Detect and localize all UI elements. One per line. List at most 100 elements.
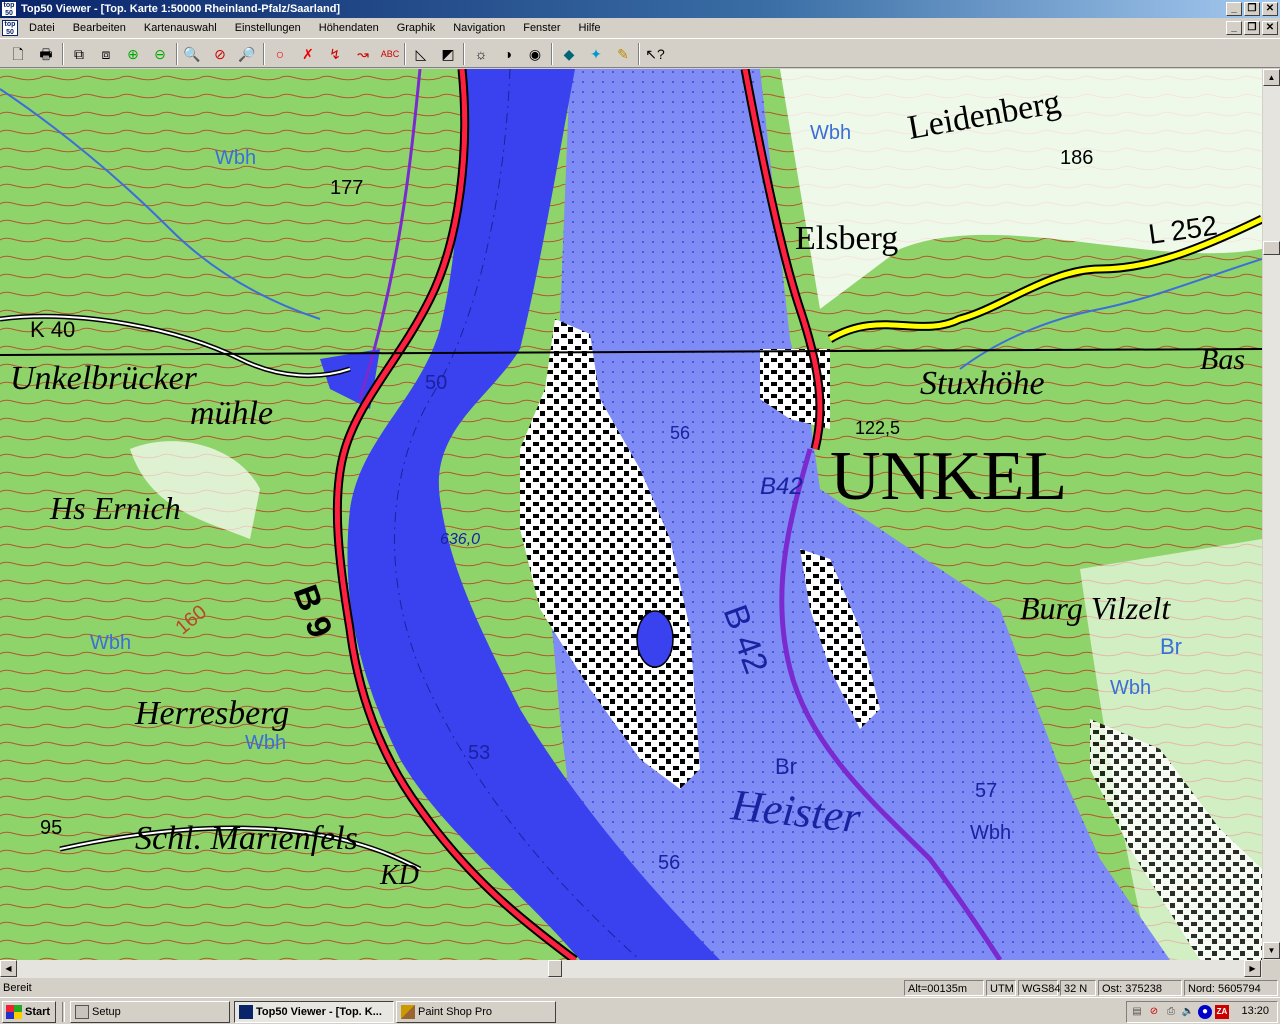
label-wbh: Wbh <box>215 147 256 169</box>
task-setup[interactable]: Setup <box>70 1001 230 1023</box>
status-ost: Ost: 375238 <box>1098 980 1182 996</box>
copy-map-icon[interactable]: ⧉ <box>68 43 90 65</box>
scroll-right-button[interactable]: ▶ <box>1244 960 1261 977</box>
new-document-icon[interactable]: 🗋 <box>7 43 29 65</box>
title-bar: top 50 Top50 Viewer - [Top. Karte 1:5000… <box>0 0 1280 18</box>
measure-icon[interactable]: ↯ <box>324 43 346 65</box>
start-button[interactable]: Start <box>2 1001 56 1023</box>
paste-map-icon[interactable]: ⧈ <box>95 43 117 65</box>
toolbar-separator <box>404 43 406 65</box>
restore-button[interactable]: ❐ <box>1244 2 1260 16</box>
toolbar-separator <box>263 43 265 65</box>
route-icon[interactable]: ↝ <box>352 43 374 65</box>
toolbar-separator <box>176 43 178 65</box>
doc-minimize-button[interactable]: _ <box>1226 21 1242 35</box>
fill-icon[interactable]: ◉ <box>524 43 546 65</box>
top50-icon <box>239 1005 253 1019</box>
printer-icon[interactable]: ⎙ <box>1164 1005 1178 1019</box>
area-icon[interactable]: ◩ <box>437 43 459 65</box>
horizontal-scrollbar[interactable]: ◀ ▶ <box>0 960 1262 978</box>
label-br: Br <box>775 754 797 779</box>
label-height-56: 56 <box>670 423 690 443</box>
label-height-177: 177 <box>330 177 363 199</box>
label-burg-vilzelt: Burg Vilzelt <box>1020 590 1171 626</box>
vertical-scroll-thumb[interactable] <box>1263 241 1280 255</box>
scroll-up-button[interactable]: ▲ <box>1263 69 1280 86</box>
scroll-down-button[interactable]: ▼ <box>1263 942 1280 959</box>
label-bas: Bas <box>1200 343 1245 376</box>
zonealarm-icon[interactable]: ZA <box>1215 1005 1229 1019</box>
doc-restore-button[interactable]: ❐ <box>1244 21 1260 35</box>
zoom-fit-icon[interactable]: ⊕ <box>122 43 144 65</box>
security-icon[interactable]: ⊘ <box>1147 1005 1161 1019</box>
windows-logo-icon <box>6 1005 22 1019</box>
label-wbh: Wbh <box>1110 677 1151 699</box>
label-height-53: 53 <box>468 742 490 764</box>
label-stuxhoehe: Stuxhöhe <box>920 365 1045 402</box>
app-icon[interactable]: top 50 <box>1 1 17 17</box>
close-button[interactable]: ✕ <box>1262 2 1278 16</box>
horizontal-scroll-thumb[interactable] <box>548 960 562 977</box>
track-icon[interactable]: ✎ <box>612 43 634 65</box>
gps-icon[interactable]: ✦ <box>585 43 607 65</box>
toolbar-separator <box>62 43 64 65</box>
menu-datei[interactable]: Datei <box>20 19 64 37</box>
document-icon[interactable]: top 50 <box>2 20 18 36</box>
triangle-ruler-icon[interactable]: ◺ <box>410 43 432 65</box>
contrast-icon[interactable]: ◑ <box>497 43 519 65</box>
zoom-window-icon[interactable]: ⊖ <box>149 43 171 65</box>
delete-marker-icon[interactable]: ✗ <box>297 43 319 65</box>
status-datum: WGS84 <box>1018 980 1061 996</box>
network-icon[interactable]: ▤ <box>1130 1005 1144 1019</box>
label-elsberg: Elsberg <box>795 220 898 257</box>
menu-kartenauswahl[interactable]: Kartenauswahl <box>135 19 226 37</box>
menu-fenster[interactable]: Fenster <box>514 19 569 37</box>
map-view[interactable]: Unkelbrücker mühle Hs Ernich Herresberg … <box>0 69 1262 960</box>
label-wbh: Wbh <box>810 122 851 144</box>
setup-icon <box>75 1005 89 1019</box>
clock[interactable]: 13:20 <box>1241 1005 1269 1017</box>
toolbar: 🗋 🖶 ⧉ ⧈ ⊕ ⊖ 🔍 ⊘ 🔎 ○ ✗ ↯ ↝ ABC ◺ ◩ ☼ ◑ ◉ … <box>0 38 1280 68</box>
zoom-in-icon[interactable]: 🔍 <box>181 43 203 65</box>
label-height-186: 186 <box>1060 147 1093 169</box>
brightness-icon[interactable]: ☼ <box>470 43 492 65</box>
toolbar-separator <box>551 43 553 65</box>
print-icon[interactable]: 🖶 <box>35 43 57 65</box>
menu-hilfe[interactable]: Hilfe <box>570 19 610 37</box>
menu-einstellungen[interactable]: Einstellungen <box>226 19 310 37</box>
system-tray: ▤ ⊘ ⎙ 🔈 ● ZA 13:20 <box>1126 1001 1278 1023</box>
zoom-disable-icon[interactable]: ⊘ <box>209 43 231 65</box>
label-icon[interactable]: ABC <box>379 43 401 65</box>
scroll-left-button[interactable]: ◀ <box>0 960 17 977</box>
label-k40: K 40 <box>30 317 75 342</box>
label-height-95: 95 <box>40 817 62 839</box>
speaker-icon[interactable]: 🔈 <box>1181 1005 1195 1019</box>
label-unkelbruecker: Unkelbrücker <box>10 360 198 397</box>
help-pointer-icon[interactable]: ↖? <box>644 43 666 65</box>
menu-navigation[interactable]: Navigation <box>444 19 514 37</box>
zoom-out-icon[interactable]: 🔎 <box>236 43 258 65</box>
task-label: Setup <box>92 1006 121 1018</box>
menu-bearbeiten[interactable]: Bearbeiten <box>64 19 135 37</box>
menu-graphik[interactable]: Graphik <box>388 19 445 37</box>
label-height-56: 56 <box>658 852 680 874</box>
task-paint-shop-pro[interactable]: Paint Shop Pro <box>396 1001 556 1023</box>
status-bar: Bereit Alt=00135m UTM WGS84 32 N Ost: 37… <box>0 979 1280 997</box>
minimize-button[interactable]: _ <box>1226 2 1242 16</box>
label-height-50: 50 <box>425 372 447 394</box>
messenger-icon[interactable]: ● <box>1198 1005 1212 1019</box>
task-label: Top50 Viewer - [Top. K... <box>256 1006 382 1018</box>
vertical-scrollbar[interactable]: ▲ ▼ <box>1262 69 1280 960</box>
menu-hoehendaten[interactable]: Höhendaten <box>310 19 388 37</box>
label-b42-small: B42 <box>760 473 803 500</box>
toolbar-separator <box>463 43 465 65</box>
label-wbh: Wbh <box>970 822 1011 844</box>
topographic-map[interactable]: Unkelbrücker mühle Hs Ernich Herresberg … <box>0 69 1262 960</box>
doc-close-button[interactable]: ✕ <box>1262 21 1278 35</box>
layer-icon[interactable]: ◆ <box>558 43 580 65</box>
taskbar-separator <box>62 1002 65 1022</box>
task-top50-viewer[interactable]: Top50 Viewer - [Top. K... <box>234 1001 394 1023</box>
status-zone: 32 N <box>1060 980 1096 996</box>
start-label: Start <box>25 1006 51 1018</box>
circle-icon[interactable]: ○ <box>269 43 291 65</box>
